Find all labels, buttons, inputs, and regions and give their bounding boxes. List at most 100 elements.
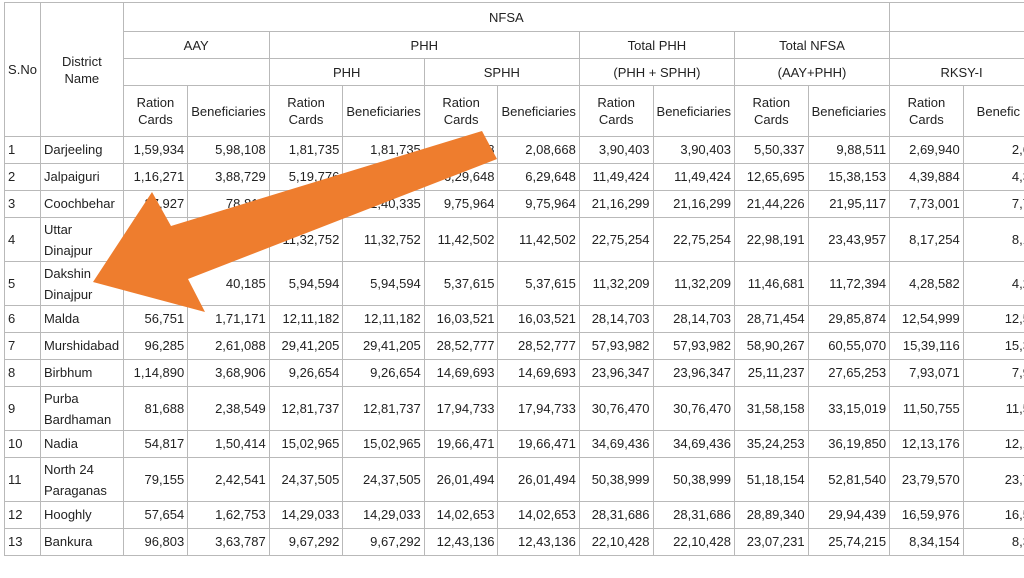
header-beneficiaries: Beneficiaries bbox=[342, 85, 425, 137]
nfsa-table: S.No District Name NFSA AAY PHH Total PH… bbox=[4, 2, 1024, 556]
cell-phh-ration-cards: 5,19,776 bbox=[268, 163, 344, 191]
cell-total-nfsa-ration-cards: 31,58,158 bbox=[733, 386, 809, 431]
cell-total-nfsa-beneficiaries: 11,72,394 bbox=[807, 261, 891, 306]
cell-total-phh-beneficiaries: 57,93,982 bbox=[652, 332, 735, 360]
table-row: 12 Hooghly 57,654 1,62,753 14,29,033 14,29,03… bbox=[4, 501, 1024, 529]
header-rksy-i: RKSY-I bbox=[889, 58, 1024, 86]
cell-sphh-beneficiaries: 9,75,964 bbox=[497, 190, 580, 218]
cell-phh-ration-cards: 9,67,292 bbox=[268, 528, 344, 556]
cell-sphh-ration-cards: 6,29,648 bbox=[423, 163, 499, 191]
cell-sno: 13 bbox=[4, 528, 41, 556]
cell-sphh-beneficiaries: 14,69,693 bbox=[497, 359, 580, 387]
header-phh-plus-sphh: (PHH + SPHH) bbox=[578, 58, 735, 86]
cell-total-phh-ration-cards: 30,76,470 bbox=[578, 386, 654, 431]
header-phh: PHH bbox=[268, 31, 580, 59]
cell-phh-ration-cards: 12,11,182 bbox=[268, 305, 344, 333]
cell-total-phh-ration-cards: 28,31,686 bbox=[578, 501, 654, 529]
cell-total-phh-ration-cards: 22,10,428 bbox=[578, 528, 654, 556]
header-ration-cards: Ration Cards bbox=[423, 85, 499, 137]
cell-total-nfsa-beneficiaries: 9,88,511 bbox=[807, 136, 891, 164]
cell-total-phh-beneficiaries: 34,69,436 bbox=[652, 430, 735, 458]
cell-rksy-ration-cards: 12,13,176 bbox=[889, 430, 964, 458]
cell-total-phh-ration-cards: 23,96,347 bbox=[578, 359, 654, 387]
cell-phh-beneficiaries: 14,29,033 bbox=[342, 501, 425, 529]
cell-total-phh-beneficiaries: 50,38,999 bbox=[652, 457, 735, 502]
cell-aay-beneficiaries: 2,61,088 bbox=[187, 332, 270, 360]
cell-rksy-beneficiaries: 8,1 bbox=[962, 217, 1024, 262]
cell-district-name: Hooghly bbox=[39, 501, 124, 529]
cell-total-phh-beneficiaries: 22,75,254 bbox=[652, 217, 735, 262]
cell-sno: 8 bbox=[4, 359, 41, 387]
cell-aay-ration-cards: 81,688 bbox=[122, 386, 189, 431]
nfsa-table-container: S.No District Name NFSA AAY PHH Total PH… bbox=[4, 2, 1024, 556]
cell-phh-beneficiaries: 24,37,505 bbox=[342, 457, 425, 502]
table-body: 1 Darjeeling 1,59,934 5,98,108 1,81,735 1,81,… bbox=[4, 136, 1024, 556]
cell-sphh-ration-cards: 14,02,653 bbox=[423, 501, 499, 529]
cell-sphh-beneficiaries: 6,29,648 bbox=[497, 163, 580, 191]
cell-total-phh-beneficiaries: 28,14,703 bbox=[652, 305, 735, 333]
header-total-nfsa: Total NFSA bbox=[733, 31, 891, 59]
cell-total-nfsa-ration-cards: 5,50,337 bbox=[733, 136, 809, 164]
cell-phh-ration-cards: 11,32,752 bbox=[268, 217, 344, 262]
cell-sphh-ration-cards: 28,52,777 bbox=[423, 332, 499, 360]
cell-total-phh-beneficiaries: 23,96,347 bbox=[652, 359, 735, 387]
cell-phh-beneficiaries: 5,19,776 bbox=[342, 163, 425, 191]
cell-aay-ration-cards: 57,654 bbox=[122, 501, 189, 529]
cell-phh-beneficiaries: 1,81,735 bbox=[342, 136, 425, 164]
cell-aay-ration-cards: 27,927 bbox=[122, 190, 189, 218]
cell-total-nfsa-beneficiaries: 23,43,957 bbox=[807, 217, 891, 262]
table-row: 11 North 24 Paraganas 79,155 2,42,541 24,37,… bbox=[4, 457, 1024, 502]
header-nfsa: NFSA bbox=[122, 2, 891, 32]
cell-sphh-beneficiaries: 11,42,502 bbox=[497, 217, 580, 262]
header-aay-blank bbox=[122, 58, 270, 86]
cell-phh-beneficiaries: 29,41,205 bbox=[342, 332, 425, 360]
cell-total-nfsa-beneficiaries: 25,74,215 bbox=[807, 528, 891, 556]
cell-rksy-ration-cards: 15,39,116 bbox=[889, 332, 964, 360]
cell-district-name: Bankura bbox=[39, 528, 124, 556]
cell-total-nfsa-ration-cards: 28,71,454 bbox=[733, 305, 809, 333]
cell-sphh-beneficiaries: 12,43,136 bbox=[497, 528, 580, 556]
table-row: 9 Purba Bardhaman 81,688 2,38,549 12,81,737 1… bbox=[4, 386, 1024, 431]
cell-sno: 1 bbox=[4, 136, 41, 164]
table-row: 10 Nadia 54,817 1,50,414 15,02,965 15,02,965 1… bbox=[4, 430, 1024, 458]
cell-total-nfsa-ration-cards: 58,90,267 bbox=[733, 332, 809, 360]
cell-sno: 12 bbox=[4, 501, 41, 529]
cell-rksy-ration-cards: 23,79,570 bbox=[889, 457, 964, 502]
table-row: 3 Coochbehar 27,927 78,818 11,40,335 11,40,33… bbox=[4, 190, 1024, 218]
cell-sphh-beneficiaries: 16,03,521 bbox=[497, 305, 580, 333]
table-row: 7 Murshidabad 96,285 2,61,088 29,41,205 29,41… bbox=[4, 332, 1024, 360]
cell-total-nfsa-ration-cards: 25,11,237 bbox=[733, 359, 809, 387]
cell-total-phh-beneficiaries: 21,16,299 bbox=[652, 190, 735, 218]
cell-total-phh-beneficiaries: 11,49,424 bbox=[652, 163, 735, 191]
cell-total-phh-ration-cards: 11,49,424 bbox=[578, 163, 654, 191]
cell-aay-ration-cards: 56,751 bbox=[122, 305, 189, 333]
cell-phh-ration-cards: 12,81,737 bbox=[268, 386, 344, 431]
cell-total-nfsa-ration-cards: 23,07,231 bbox=[733, 528, 809, 556]
header-phh-sub: PHH bbox=[268, 58, 425, 86]
cell-phh-ration-cards: 1,81,735 bbox=[268, 136, 344, 164]
cell-rksy-ration-cards: 8,34,154 bbox=[889, 528, 964, 556]
cell-sphh-beneficiaries: 26,01,494 bbox=[497, 457, 580, 502]
cell-sphh-beneficiaries: 28,52,777 bbox=[497, 332, 580, 360]
cell-total-phh-ration-cards: 34,69,436 bbox=[578, 430, 654, 458]
cell-rksy-ration-cards: 16,59,976 bbox=[889, 501, 964, 529]
cell-aay-ration-cards: 79,155 bbox=[122, 457, 189, 502]
table-row: 2 Jalpaiguri 1,16,271 3,88,729 5,19,776 5,19,… bbox=[4, 163, 1024, 191]
cell-total-nfsa-beneficiaries: 21,95,117 bbox=[807, 190, 891, 218]
cell-total-nfsa-ration-cards: 21,44,226 bbox=[733, 190, 809, 218]
header-total-phh: Total PHH bbox=[578, 31, 735, 59]
cell-sno: 6 bbox=[4, 305, 41, 333]
cell-sphh-ration-cards: 12,43,136 bbox=[423, 528, 499, 556]
cell-rksy-beneficiaries: 7,9 bbox=[962, 359, 1024, 387]
cell-sphh-ration-cards: 5,37,615 bbox=[423, 261, 499, 306]
cell-total-phh-ration-cards: 28,14,703 bbox=[578, 305, 654, 333]
cell-total-phh-beneficiaries: 30,76,470 bbox=[652, 386, 735, 431]
cell-aay-beneficiaries: 1,50,414 bbox=[187, 430, 270, 458]
header-ration-cards: Ration Cards bbox=[889, 85, 964, 137]
cell-aay-beneficiaries: 3,68,906 bbox=[187, 359, 270, 387]
header-aay: AAY bbox=[122, 31, 270, 59]
cell-rksy-ration-cards: 8,17,254 bbox=[889, 217, 964, 262]
cell-phh-beneficiaries: 11,32,752 bbox=[342, 217, 425, 262]
cell-district-name: Purba Bardhaman bbox=[39, 386, 124, 431]
cell-aay-beneficiaries: 67,703 bbox=[187, 217, 270, 262]
